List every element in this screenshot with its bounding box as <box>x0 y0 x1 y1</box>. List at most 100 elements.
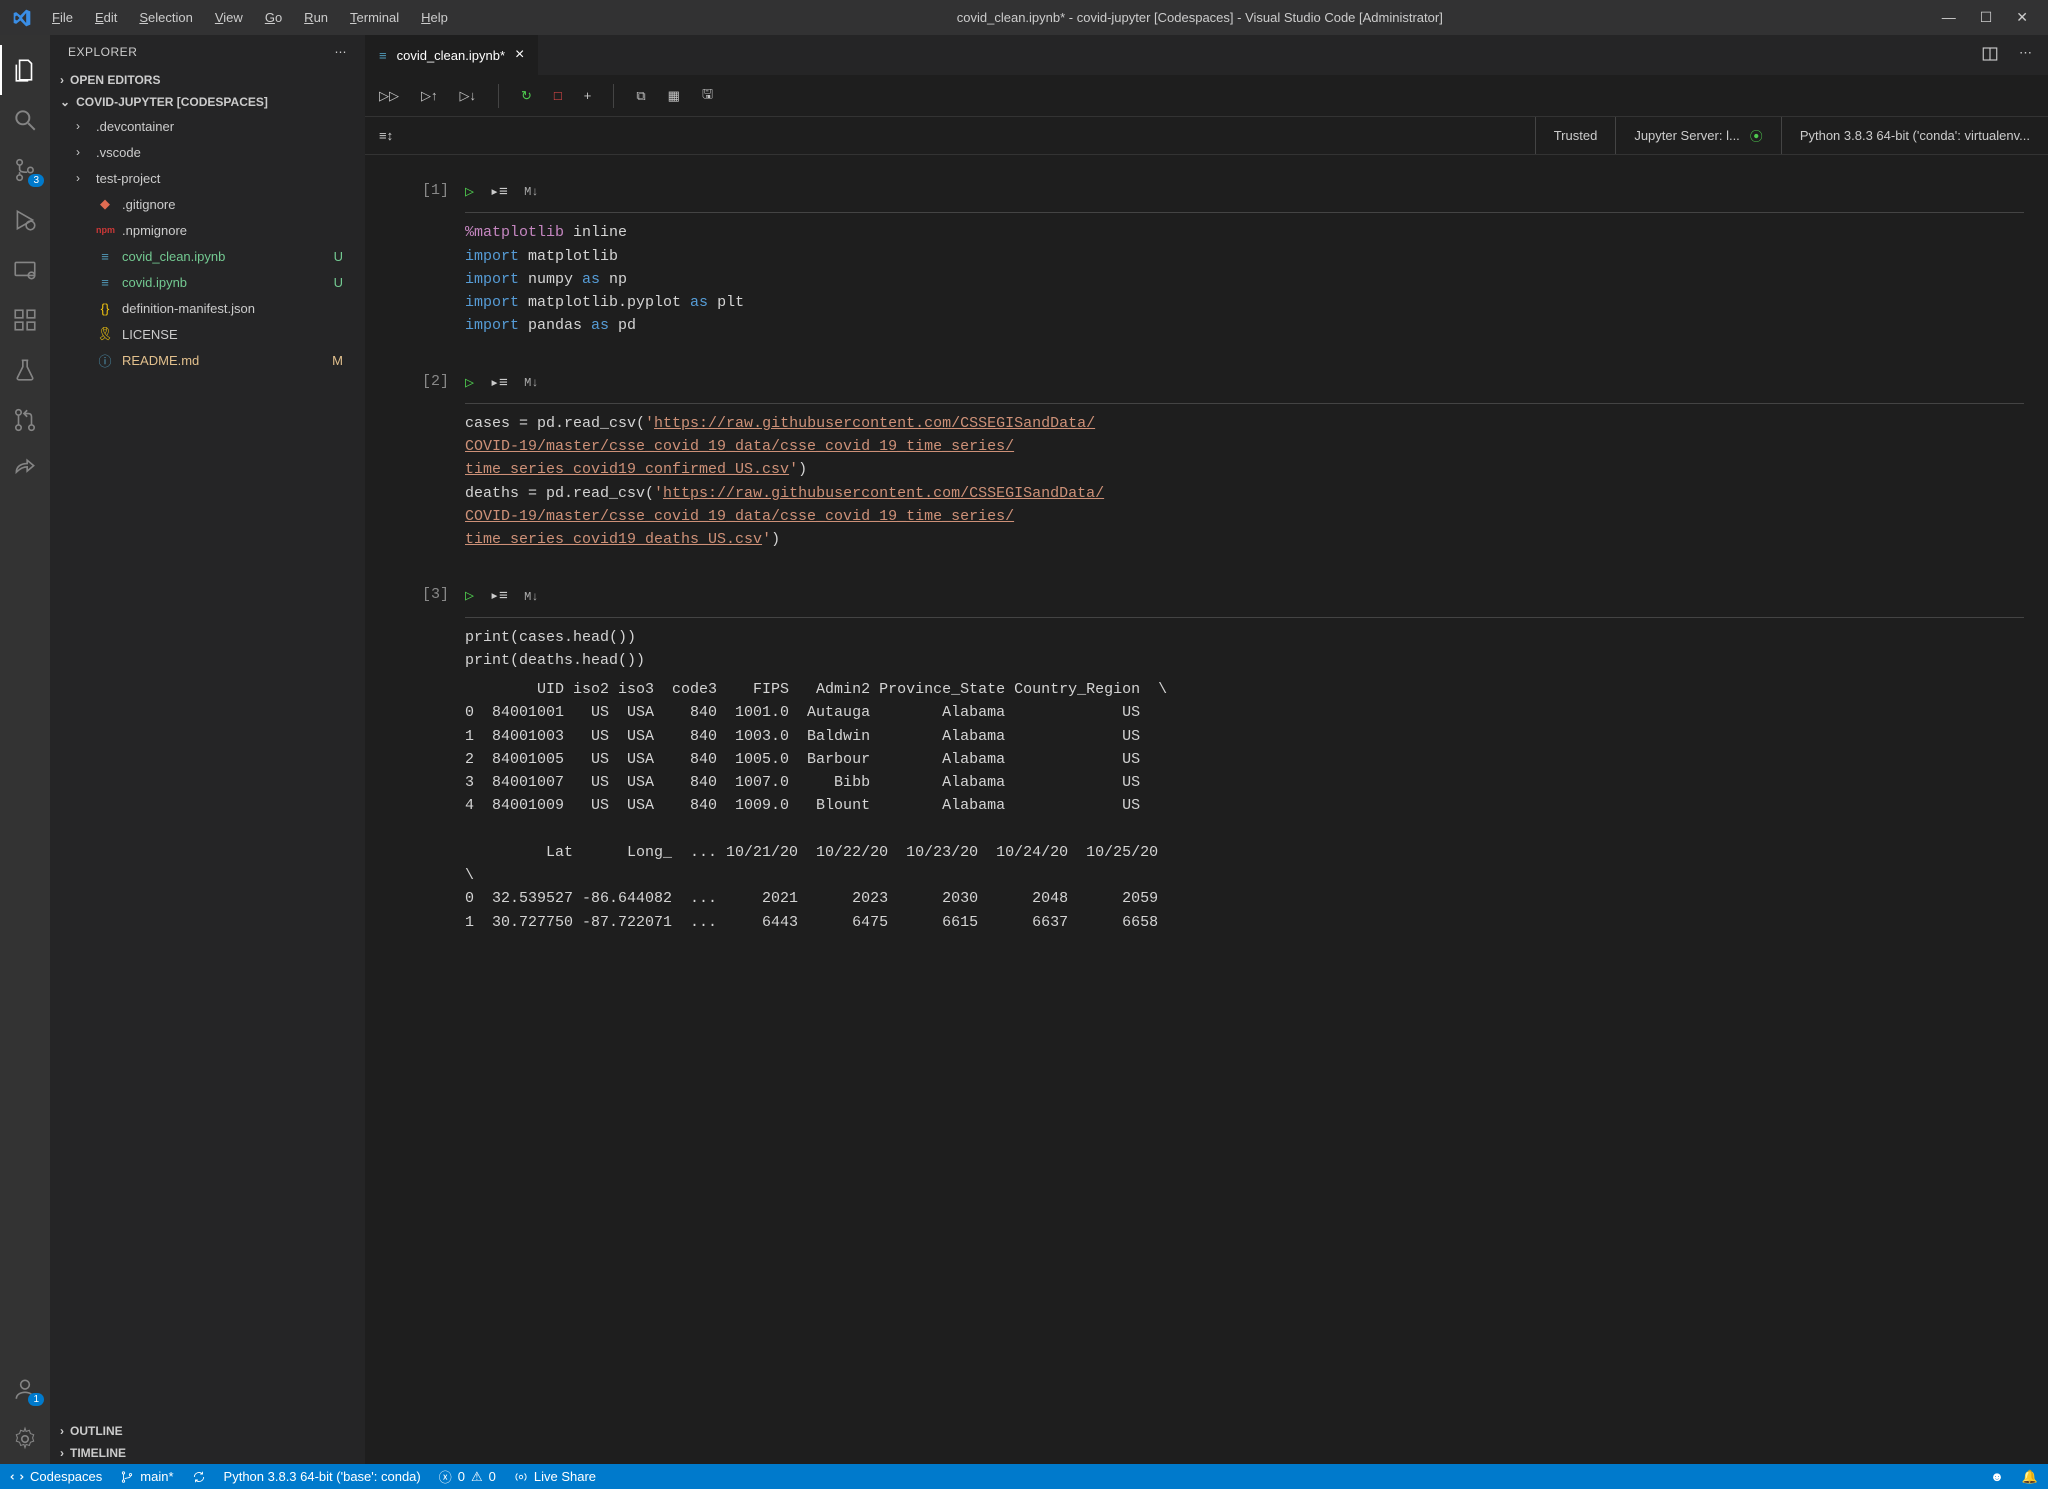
activity-run-debug[interactable] <box>0 195 50 245</box>
run-above-icon[interactable]: ▷↑ <box>421 88 438 104</box>
notebook-file-icon: ≡ <box>96 275 114 290</box>
activity-settings[interactable] <box>0 1414 50 1464</box>
trusted-status[interactable]: Trusted <box>1535 117 1616 154</box>
menu-view[interactable]: View <box>205 6 253 29</box>
file-license[interactable]: 🎗LICENSE <box>50 321 365 347</box>
problems-status[interactable]: ⓧ0 ⚠0 <box>439 1467 496 1486</box>
save-icon[interactable]: 🖫 <box>702 85 713 107</box>
jupyter-server-status[interactable]: Jupyter Server: l...⦿ <box>1615 117 1781 154</box>
notebook-toolbar: ▷▷ ▷↑ ▷↓ ↻ □ + ⧉ ▦ 🖫 <box>365 75 2048 117</box>
window-title: covid_clean.ipynb* - covid-jupyter [Code… <box>458 10 1942 25</box>
activity-testing[interactable] <box>0 345 50 395</box>
git-file-icon: ◆ <box>96 196 114 212</box>
more-actions-icon[interactable]: ⋯ <box>2019 45 2032 66</box>
file-readme[interactable]: ⓘREADME.mdM <box>50 347 365 373</box>
menu-run[interactable]: Run <box>294 6 338 29</box>
chevron-right-icon: › <box>60 1424 64 1438</box>
minimize-icon[interactable]: — <box>1942 9 1956 26</box>
title-bar: File Edit Selection View Go Run Terminal… <box>0 0 2048 35</box>
flask-icon <box>12 357 38 383</box>
run-by-line-icon[interactable]: ▸≡ <box>490 181 508 204</box>
npm-file-icon: npm <box>96 225 114 235</box>
interrupt-kernel-icon[interactable]: □ <box>554 88 562 103</box>
cell-code[interactable]: print(cases.head()) print(deaths.head()) <box>465 626 2024 673</box>
workspace-section[interactable]: ⌄ COVID-JUPYTER [CODESPACES] <box>50 91 365 113</box>
run-below-icon[interactable]: ▷↓ <box>460 88 477 104</box>
editor-tabs: ≡ covid_clean.ipynb* × ⋯ <box>365 35 2048 75</box>
close-tab-icon[interactable]: × <box>515 46 524 64</box>
activity-extensions[interactable] <box>0 295 50 345</box>
activity-liveshare[interactable] <box>0 445 50 495</box>
editor-area: ≡ covid_clean.ipynb* × ⋯ ▷▷ ▷↑ ▷↓ ↻ □ + … <box>365 35 2048 1464</box>
liveshare-status[interactable]: Live Share <box>514 1469 596 1484</box>
run-cell-icon[interactable]: ▷ <box>465 585 474 608</box>
close-icon[interactable]: ✕ <box>2016 9 2028 26</box>
folder-vscode[interactable]: ›.vscode <box>50 139 365 165</box>
markdown-toggle-icon[interactable]: M↓ <box>524 183 538 202</box>
timeline-section[interactable]: ›TIMELINE <box>50 1442 365 1464</box>
codespaces-status[interactable]: Codespaces <box>10 1469 102 1484</box>
cells-container: [1]▷▸≡M↓%matplotlib inline import matplo… <box>365 155 2048 1464</box>
markdown-toggle-icon[interactable]: M↓ <box>524 588 538 607</box>
ellipsis-icon[interactable]: ⋯ <box>335 45 348 59</box>
cell-toolbar: ▷ ▸≡ M↓ <box>465 579 2024 617</box>
python-status[interactable]: Python 3.8.3 64-bit ('base': conda) <box>224 1469 421 1484</box>
file-definition-manifest[interactable]: {}definition-manifest.json <box>50 295 365 321</box>
kernel-status[interactable]: Python 3.8.3 64-bit ('conda': virtualenv… <box>1781 117 2048 154</box>
sidebar: EXPLORER ⋯ › OPEN EDITORS ⌄ COVID-JUPYTE… <box>50 35 365 1464</box>
folder-devcontainer[interactable]: ›.devcontainer <box>50 113 365 139</box>
error-icon: ⓧ <box>439 1467 452 1486</box>
menu-terminal[interactable]: Terminal <box>340 6 409 29</box>
file-covid-clean[interactable]: ≡covid_clean.ipynbU <box>50 243 365 269</box>
outline-section[interactable]: ›OUTLINE <box>50 1420 365 1442</box>
activity-explorer[interactable] <box>0 45 50 95</box>
feedback-icon[interactable]: ☻ <box>1990 1469 2004 1484</box>
cell-code[interactable]: cases = pd.read_csv('https://raw.githubu… <box>465 412 2024 552</box>
run-by-line-icon[interactable]: ▸≡ <box>490 372 508 395</box>
remote-icon <box>12 257 38 283</box>
sync-icon <box>192 1470 206 1484</box>
menu-edit[interactable]: Edit <box>85 6 127 29</box>
sync-status[interactable] <box>192 1470 206 1484</box>
activity-scm[interactable]: 3 <box>0 145 50 195</box>
broadcast-icon <box>514 1470 528 1484</box>
chevron-down-icon: ⌄ <box>60 95 70 109</box>
notebook-cell[interactable]: [3]▷ ▸≡ M↓ print(cases.head()) print(deaths… <box>405 579 2024 934</box>
menu-help[interactable]: Help <box>411 6 458 29</box>
activity-pr[interactable] <box>0 395 50 445</box>
cell-code[interactable]: %matplotlib inline import matplotlib imp… <box>465 221 2024 337</box>
maximize-icon[interactable]: ☐ <box>1980 9 1993 26</box>
cell-prompt: [3] <box>405 579 465 934</box>
menu-selection[interactable]: Selection <box>129 6 202 29</box>
gear-icon <box>12 1426 38 1452</box>
data-viewer-icon[interactable]: ▦ <box>668 88 680 104</box>
activity-bar: 3 1 <box>0 35 50 1464</box>
run-all-icon[interactable]: ▷▷ <box>379 88 399 104</box>
branch-status[interactable]: main* <box>120 1469 173 1484</box>
variables-icon[interactable]: ⧉ <box>636 88 645 104</box>
split-editor-icon[interactable] <box>1981 45 1999 66</box>
activity-accounts[interactable]: 1 <box>0 1364 50 1414</box>
run-cell-icon[interactable]: ▷ <box>465 181 474 204</box>
run-cell-icon[interactable]: ▷ <box>465 372 474 395</box>
add-cell-icon[interactable]: + <box>584 88 592 103</box>
notifications-icon[interactable]: 🔔 <box>2022 1469 2038 1485</box>
pull-request-icon <box>12 407 38 433</box>
window-controls: — ☐ ✕ <box>1942 9 2040 26</box>
menu-file[interactable]: File <box>42 6 83 29</box>
run-by-line-icon[interactable]: ▸≡ <box>490 585 508 608</box>
activity-remote[interactable] <box>0 245 50 295</box>
activity-search[interactable] <box>0 95 50 145</box>
open-editors-section[interactable]: › OPEN EDITORS <box>50 69 365 91</box>
toggle-lines-icon[interactable]: ≡↕ <box>365 128 393 143</box>
menu-go[interactable]: Go <box>255 6 292 29</box>
notebook-cell[interactable]: [1]▷▸≡M↓%matplotlib inline import matplo… <box>405 175 2024 338</box>
file-covid[interactable]: ≡covid.ipynbU <box>50 269 365 295</box>
editor-tab[interactable]: ≡ covid_clean.ipynb* × <box>365 35 538 75</box>
markdown-toggle-icon[interactable]: M↓ <box>524 374 538 393</box>
notebook-cell[interactable]: [2]▷▸≡M↓cases = pd.read_csv('https://raw… <box>405 366 2024 552</box>
file-gitignore[interactable]: ◆.gitignore <box>50 191 365 217</box>
file-npmignore[interactable]: npm.npmignore <box>50 217 365 243</box>
folder-test-project[interactable]: ›test-project <box>50 165 365 191</box>
restart-kernel-icon[interactable]: ↻ <box>521 88 532 104</box>
